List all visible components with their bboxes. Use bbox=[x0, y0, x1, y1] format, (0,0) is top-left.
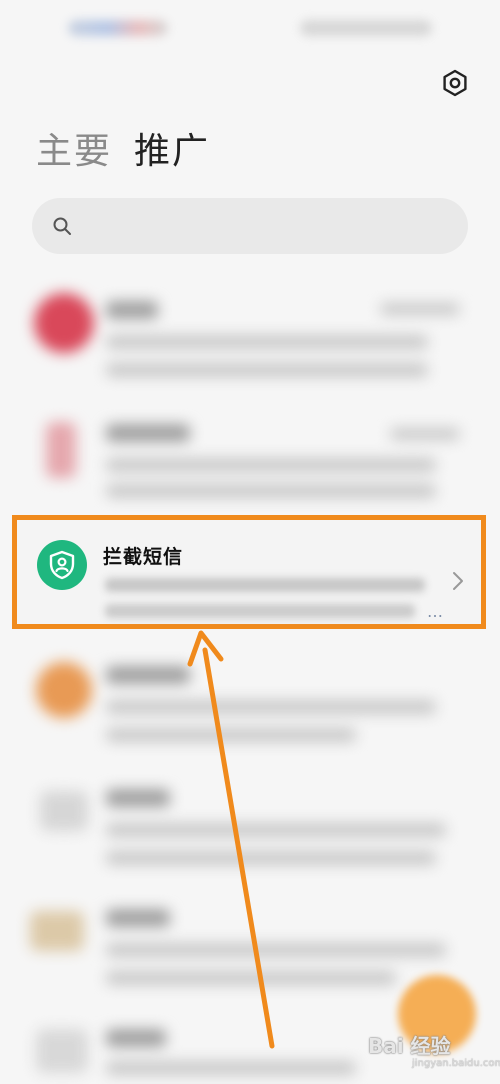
list-item-title-placeholder bbox=[106, 1029, 166, 1047]
list-item-preview-placeholder bbox=[106, 335, 428, 349]
list-item-preview-placeholder bbox=[106, 700, 436, 714]
intercepted-preview-placeholder bbox=[105, 604, 415, 618]
list-item[interactable] bbox=[0, 650, 500, 760]
tab-promotion[interactable]: 推广 bbox=[134, 128, 210, 176]
list-item-preview-placeholder bbox=[106, 458, 436, 472]
list-item[interactable] bbox=[0, 410, 500, 510]
list-item-title-placeholder bbox=[106, 789, 170, 807]
status-bar-right-blurred bbox=[300, 20, 432, 36]
avatar bbox=[36, 662, 92, 718]
search-bar[interactable] bbox=[32, 198, 468, 254]
list-item-preview-placeholder bbox=[106, 363, 428, 377]
list-item-title-placeholder bbox=[106, 666, 190, 684]
search-input[interactable] bbox=[82, 215, 442, 237]
list-item-title-placeholder bbox=[106, 909, 170, 927]
tab-main[interactable]: 主要 bbox=[36, 128, 112, 176]
list-item-preview-placeholder bbox=[106, 1061, 356, 1075]
watermark-url: jingyan.baidu.com bbox=[412, 1058, 500, 1069]
list-item-preview-placeholder bbox=[106, 728, 356, 742]
list-item-preview-placeholder bbox=[106, 943, 446, 957]
watermark-logo: Bai 经验 bbox=[368, 1034, 451, 1058]
list-item[interactable] bbox=[0, 285, 500, 395]
avatar bbox=[34, 293, 94, 353]
list-item[interactable] bbox=[0, 775, 500, 885]
avatar bbox=[40, 791, 88, 831]
intercepted-preview-placeholder bbox=[105, 578, 425, 592]
tab-bar: 主要 推广 bbox=[36, 128, 210, 176]
status-bar bbox=[0, 0, 500, 60]
status-bar-left-blurred bbox=[68, 20, 168, 36]
intercept-avatar bbox=[37, 540, 87, 590]
avatar bbox=[36, 1029, 88, 1073]
intercepted-ellipsis: … bbox=[427, 602, 444, 621]
avatar bbox=[30, 911, 84, 951]
list-item-preview-placeholder bbox=[106, 971, 396, 985]
settings-button[interactable] bbox=[440, 68, 470, 98]
search-icon bbox=[53, 217, 71, 235]
list-item-time-placeholder bbox=[390, 428, 460, 440]
list-item-time-placeholder bbox=[380, 303, 460, 315]
list-item-title-placeholder bbox=[106, 424, 190, 442]
list-item-preview-placeholder bbox=[106, 823, 446, 837]
intercepted-title: 拦截短信 bbox=[103, 546, 184, 568]
gear-icon bbox=[443, 69, 467, 97]
avatar bbox=[46, 422, 76, 478]
list-item-preview-placeholder bbox=[106, 484, 436, 498]
list-item-preview-placeholder bbox=[106, 851, 436, 865]
intercepted-messages-item[interactable]: 拦截短信 … bbox=[17, 520, 481, 624]
list-item-title-placeholder bbox=[106, 301, 158, 319]
chevron-right-icon bbox=[453, 572, 463, 590]
intercepted-messages-highlight: 拦截短信 … bbox=[12, 515, 486, 629]
shield-user-icon bbox=[49, 550, 75, 580]
